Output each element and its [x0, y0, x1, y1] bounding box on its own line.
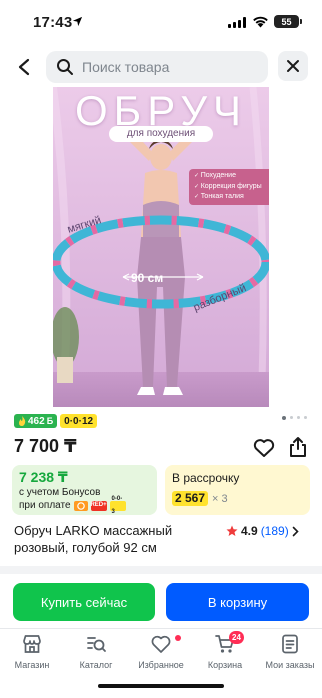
product-image[interactable]: ОБРУЧ для похудения Похудение Коррекция …: [53, 87, 269, 407]
bonus-badge: 462 Б: [14, 414, 58, 428]
bonus-badge-icon: Б: [46, 416, 54, 426]
carousel-dot[interactable]: [304, 416, 307, 419]
carousel-dot-active[interactable]: [282, 415, 286, 420]
red-plus-chip: RED+: [90, 500, 107, 511]
nav-label: Избранное: [138, 660, 184, 670]
location-arrow-icon: [72, 16, 83, 27]
nav-item-store[interactable]: Магазин: [0, 633, 64, 670]
nav-item-cart[interactable]: 24 Корзина: [193, 631, 257, 670]
benefit-item: Тонкая талия: [194, 192, 269, 203]
installment-badge: 0·0·12: [60, 414, 98, 428]
carousel-dots[interactable]: [282, 415, 307, 420]
nav-label: Корзина: [207, 660, 243, 670]
bonus-price-caption: с учетом Бонусов: [19, 487, 101, 498]
benefit-item: Коррекция фигуры: [194, 182, 269, 193]
rating[interactable]: 4.9 (189): [226, 524, 299, 538]
nav-item-favorites[interactable]: Избранное: [129, 633, 193, 670]
bonus-price: 7 238 ₸: [19, 469, 68, 485]
installment-title: В рассрочку: [172, 471, 240, 485]
nav-label: Мои заказы: [265, 660, 315, 670]
product-price: 7 700 ₸: [14, 436, 77, 456]
buy-now-button[interactable]: Купить сейчас: [13, 583, 155, 621]
orders-icon: [282, 634, 298, 654]
carousel-dot[interactable]: [297, 416, 300, 419]
close-button[interactable]: [278, 51, 308, 81]
product-name: Обруч LARKO массажный розовый, голубой 9…: [14, 523, 173, 555]
flame-icon: [19, 416, 26, 426]
installment-003-chip: 0-0-3: [109, 496, 126, 515]
bonus-price-card[interactable]: 7 238 ₸ с учетом Бонусов при оплате RED+…: [12, 465, 157, 515]
search-bar[interactable]: [46, 51, 268, 83]
installment-card[interactable]: В рассрочку 2 567 × 3: [165, 465, 310, 515]
image-label-size: 90 см: [131, 271, 164, 285]
heart-icon: [151, 635, 171, 653]
nav-item-catalog[interactable]: Каталог: [64, 633, 128, 670]
chevron-left-icon: [18, 58, 30, 76]
carousel-dot[interactable]: [290, 416, 293, 419]
installment-multiplier: × 3: [212, 492, 228, 505]
share-icon[interactable]: [288, 436, 308, 458]
benefit-item: Похудение: [194, 171, 269, 182]
installment-amount: 2 567: [172, 491, 209, 506]
back-button[interactable]: [12, 55, 36, 79]
close-icon: [287, 60, 299, 72]
status-bar: 17:43 55: [0, 0, 322, 46]
nav-label: Каталог: [79, 660, 113, 670]
chevron-right-icon: [292, 526, 299, 536]
image-subtitle: для похудения: [109, 126, 213, 142]
kaspi-chip: [73, 500, 88, 511]
section-divider: [0, 566, 322, 574]
cellular-signal-icon: [228, 17, 246, 28]
star-icon: [226, 525, 238, 536]
add-to-cart-button[interactable]: В корзину: [166, 583, 309, 621]
badges: 462 Б 0·0·12: [14, 414, 98, 428]
header: [0, 46, 322, 88]
rating-score: 4.9: [241, 524, 258, 538]
catalog-search-icon: [87, 637, 106, 652]
home-indicator: [98, 684, 224, 688]
cart-count-badge: 24: [229, 631, 244, 644]
store-icon: [23, 635, 41, 653]
kaspi-logo-icon: [76, 501, 85, 510]
nav-item-orders[interactable]: Мои заказы: [258, 633, 322, 670]
rating-reviews-link[interactable]: (189): [261, 524, 289, 538]
bonus-price-caption-2: при оплате: [19, 500, 71, 511]
battery-indicator: 55: [274, 15, 302, 28]
search-input[interactable]: [82, 59, 252, 75]
status-time: 17:43: [33, 14, 73, 31]
benefits-list: Похудение Коррекция фигуры Тонкая талия: [189, 169, 269, 205]
favorites-indicator-dot: [175, 635, 181, 641]
heart-icon[interactable]: [253, 438, 275, 458]
bonus-badge-value: 462: [28, 415, 45, 427]
search-icon: [57, 59, 73, 75]
nav-label: Магазин: [14, 660, 50, 670]
wifi-icon: [253, 16, 268, 28]
